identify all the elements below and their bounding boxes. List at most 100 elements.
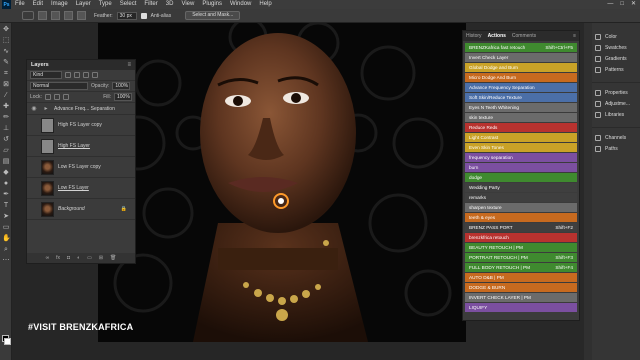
filter-kind-select[interactable]: Kind	[30, 71, 62, 79]
mask-icon[interactable]: ◘	[67, 255, 70, 261]
type-tool-icon[interactable]: T	[2, 202, 10, 210]
add-selection-icon[interactable]	[51, 11, 60, 20]
patterns-panel-button[interactable]: Patterns	[592, 64, 640, 75]
subtract-selection-icon[interactable]	[64, 11, 73, 20]
menu-image[interactable]: Image	[47, 0, 72, 9]
layer-row[interactable]: Low FS Layer copy	[27, 157, 135, 178]
action-button[interactable]: Global Dodge and Burn	[465, 62, 577, 73]
adjustments-panel-button[interactable]: Adjustme...	[592, 98, 640, 109]
photoshop-logo[interactable]: Ps	[2, 0, 11, 9]
gradients-panel-button[interactable]: Gradients	[592, 53, 640, 64]
frame-tool-icon[interactable]: ⊠	[2, 81, 10, 89]
layer-row[interactable]: Low FS Layer	[27, 178, 135, 199]
lasso-tool-icon[interactable]: ∿	[2, 48, 10, 56]
action-button[interactable]: Soft Skin/Reduce Texture	[465, 92, 577, 103]
path-select-tool-icon[interactable]: ➤	[2, 213, 10, 221]
move-tool-icon[interactable]: ✥	[2, 26, 10, 34]
action-button[interactable]: LIQUIFY	[465, 302, 577, 312]
action-button[interactable]: remarks	[465, 192, 577, 202]
action-button[interactable]: Advance Frequency Separation	[465, 82, 577, 93]
menu-plugins[interactable]: Plugins	[198, 0, 226, 9]
menu-select[interactable]: Select	[116, 0, 141, 9]
gradient-tool-icon[interactable]: ▤	[2, 158, 10, 166]
dock-collapse-strip[interactable]	[584, 23, 592, 360]
libraries-panel-button[interactable]: Libraries	[592, 109, 640, 120]
healing-brush-tool-icon[interactable]: ✚	[2, 103, 10, 111]
tab-actions[interactable]: Actions	[488, 33, 506, 39]
adjustment-filter-icon[interactable]	[74, 72, 80, 78]
action-button[interactable]: teeth & eyes	[465, 212, 577, 222]
layer-row[interactable]: Background 🔒	[27, 199, 135, 220]
shape-tool-icon[interactable]: ▭	[2, 224, 10, 232]
action-button[interactable]: Micro Dodge And Burn	[465, 72, 577, 83]
properties-panel-button[interactable]: Properties	[592, 87, 640, 98]
layer-row[interactable]: High FS Layer copy	[27, 115, 135, 136]
action-button[interactable]: Wedding Party	[465, 182, 577, 192]
action-button[interactable]: AUTO D&B | PM	[465, 272, 577, 282]
layer-row[interactable]: High FS Layer	[27, 136, 135, 157]
close-button[interactable]: ✕	[631, 0, 636, 9]
action-button[interactable]: Reduce Reds	[465, 122, 577, 133]
eyedropper-tool-icon[interactable]: ⁄	[2, 92, 10, 100]
fill-input[interactable]: 100%	[114, 93, 132, 101]
crop-tool-icon[interactable]: ⌗	[2, 70, 10, 78]
select-and-mask-button[interactable]: Select and Mask...	[185, 11, 241, 20]
action-button[interactable]: burn	[465, 162, 577, 172]
action-button[interactable]: INVERT CHECK LAYER | PM	[465, 292, 577, 302]
brush-tool-icon[interactable]: ✏	[2, 114, 10, 122]
action-button[interactable]: Eyes N Teeth Whitening	[465, 102, 577, 113]
channels-panel-button[interactable]: Channels	[592, 132, 640, 143]
antialias-checkbox[interactable]	[140, 12, 147, 19]
action-button[interactable]: PORTRAIT RETOUCH | PM Shift+F3	[465, 252, 577, 262]
type-filter-icon[interactable]	[83, 72, 89, 78]
menu-help[interactable]: Help	[255, 0, 275, 9]
panel-menu-icon[interactable]: ≡	[573, 33, 576, 39]
action-button[interactable]: sharpen texture	[465, 202, 577, 212]
trash-icon[interactable]: 🗑	[110, 255, 116, 261]
opacity-input[interactable]: 100%	[112, 82, 131, 90]
color-panel-button[interactable]: Color	[592, 31, 640, 42]
history-brush-tool-icon[interactable]: ↺	[2, 136, 10, 144]
layers-tab[interactable]: Layers	[31, 62, 49, 68]
paths-panel-button[interactable]: Paths	[592, 143, 640, 154]
action-button[interactable]: BRENZ PASS PORT Shift+F2	[465, 222, 577, 232]
action-button[interactable]: DODGE & BURN	[465, 282, 577, 292]
quick-select-tool-icon[interactable]: ✎	[2, 59, 10, 67]
eraser-tool-icon[interactable]: ▱	[2, 147, 10, 155]
swatches-panel-button[interactable]: Swatches	[592, 42, 640, 53]
folder-icon[interactable]: ▭	[87, 255, 92, 261]
menu-filter[interactable]: Filter	[140, 0, 161, 9]
menu-type[interactable]: Type	[95, 0, 116, 9]
action-button[interactable]: Light Contrast	[465, 132, 577, 143]
menu-edit[interactable]: Edit	[29, 0, 47, 9]
tab-comments[interactable]: Comments	[512, 33, 536, 39]
menu-layer[interactable]: Layer	[72, 0, 95, 9]
blur-tool-icon[interactable]: ◆	[2, 169, 10, 177]
new-layer-icon[interactable]: ⊞	[99, 255, 103, 261]
action-button[interactable]: Invert Check Layer	[465, 52, 577, 63]
background-color-swatch[interactable]	[4, 338, 11, 345]
layer-group-row[interactable]: ◉ ▸ Advance Freq... Separation	[27, 103, 135, 115]
action-button[interactable]: frequency separation	[465, 152, 577, 163]
dodge-tool-icon[interactable]: ●	[2, 180, 10, 188]
action-button[interactable]: FULL BODY RETOUCH | PM Shift+F4	[465, 262, 577, 272]
minimize-button[interactable]: —	[607, 0, 613, 9]
shape-filter-icon[interactable]	[92, 72, 98, 78]
hand-tool-icon[interactable]: ✋	[2, 235, 11, 243]
lock-position-icon[interactable]	[53, 94, 60, 100]
fx-icon[interactable]: fx	[56, 255, 60, 261]
maximize-button[interactable]: □	[620, 0, 624, 9]
action-button[interactable]: brenzkfrica retouch	[465, 232, 577, 242]
link-icon[interactable]: ∞	[46, 255, 50, 261]
intersect-selection-icon[interactable]	[77, 11, 86, 20]
new-selection-icon[interactable]	[38, 11, 47, 20]
panel-menu-icon[interactable]: ≡	[127, 62, 131, 68]
lock-all-icon[interactable]	[62, 94, 69, 100]
feather-input[interactable]: 30 px	[116, 11, 137, 20]
zoom-tool-icon[interactable]: ⌕	[2, 246, 10, 254]
menu-view[interactable]: View	[177, 0, 198, 9]
document-canvas[interactable]	[98, 23, 466, 342]
lasso-tool-preset-icon[interactable]	[22, 11, 34, 20]
visibility-eye-icon[interactable]: ◉	[30, 105, 38, 112]
adjustment-icon[interactable]: ◐	[77, 255, 80, 261]
